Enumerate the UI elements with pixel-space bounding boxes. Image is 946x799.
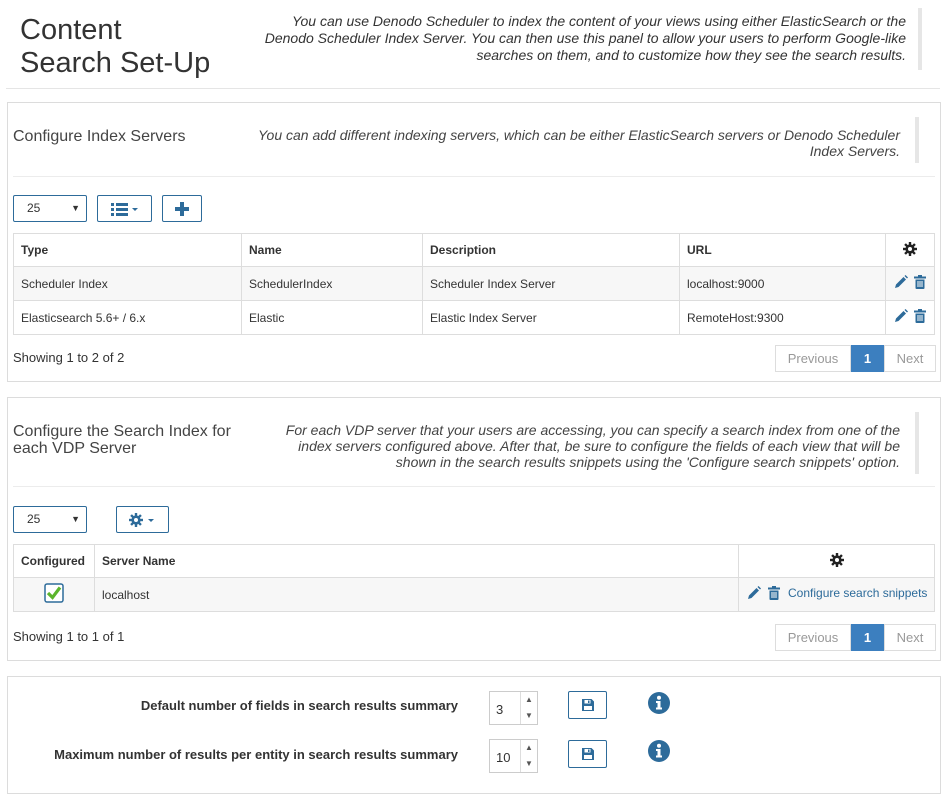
- search-results-settings-panel: Default number of fields in search resul…: [7, 676, 941, 794]
- page-title: Content Search Set-Up: [20, 14, 250, 80]
- stepper-arrows[interactable]: ▲ ▼: [520, 740, 537, 772]
- save-icon: [581, 748, 594, 760]
- cell-name: Elastic: [241, 300, 423, 335]
- stepper-arrows[interactable]: ▲ ▼: [520, 692, 537, 724]
- column-list-button[interactable]: [97, 195, 152, 222]
- column-header-name[interactable]: Name: [241, 233, 423, 267]
- page-size-value: 25: [27, 201, 41, 215]
- gear-icon: [128, 512, 154, 527]
- pagination: Previous 1 Next: [775, 624, 936, 651]
- column-header-type[interactable]: Type: [13, 233, 242, 267]
- search-index-description: For each VDP server that your users are …: [285, 422, 900, 470]
- decrement-icon[interactable]: ▼: [521, 756, 537, 772]
- save-icon: [581, 699, 594, 711]
- panel-divider: [13, 176, 935, 177]
- column-header-configured[interactable]: Configured: [13, 544, 95, 578]
- save-max-results-button[interactable]: [568, 740, 607, 768]
- caret-down-icon: ▼: [71, 203, 80, 213]
- save-default-fields-button[interactable]: [568, 691, 607, 719]
- configure-search-snippets-link[interactable]: Configure search snippets: [788, 586, 927, 600]
- pencil-icon[interactable]: [747, 586, 761, 600]
- info-icon[interactable]: [648, 692, 670, 714]
- showing-count: Showing 1 to 1 of 1: [13, 629, 125, 644]
- search-index-panel: Configure the Search Index for each VDP …: [7, 397, 941, 661]
- cell-actions: [885, 300, 935, 335]
- max-results-stepper[interactable]: 10 ▲ ▼: [489, 739, 538, 773]
- index-servers-accent-bar: [915, 117, 919, 163]
- list-icon: [110, 202, 138, 216]
- column-header-description[interactable]: Description: [422, 233, 680, 267]
- trash-icon[interactable]: [768, 586, 780, 600]
- page-size-select[interactable]: 25 ▼: [13, 195, 87, 222]
- showing-count: Showing 1 to 2 of 2: [13, 350, 125, 365]
- index-servers-table: Type Name Description URL Scheduler Inde…: [13, 233, 935, 335]
- page-title-line2: Search Set-Up: [20, 47, 211, 79]
- default-fields-value: 3: [496, 702, 504, 717]
- cell-description: Elastic Index Server: [422, 300, 680, 335]
- panel-divider: [13, 486, 935, 487]
- cell-url: RemoteHost:9300: [679, 300, 886, 335]
- gear-icon[interactable]: [903, 241, 917, 256]
- table-row: Scheduler Index SchedulerIndex Scheduler…: [13, 266, 935, 301]
- index-servers-panel: Configure Index Servers You can add diff…: [7, 102, 941, 382]
- page-1-button[interactable]: 1: [851, 345, 884, 372]
- index-servers-title: Configure Index Servers: [13, 128, 186, 145]
- page-1-button[interactable]: 1: [851, 624, 884, 651]
- default-fields-label: Default number of fields in search resul…: [140, 698, 458, 713]
- add-server-button[interactable]: [162, 195, 202, 222]
- trash-icon[interactable]: [914, 309, 926, 323]
- description-accent-bar: [918, 8, 922, 70]
- max-results-value: 10: [496, 750, 511, 765]
- decrement-icon[interactable]: ▼: [521, 708, 537, 724]
- settings-menu-button[interactable]: [116, 506, 169, 533]
- caret-down-icon: ▼: [71, 514, 80, 524]
- increment-icon[interactable]: ▲: [521, 692, 537, 708]
- pencil-icon[interactable]: [894, 309, 908, 323]
- table-row: localhost Configure search snippets: [13, 577, 935, 612]
- page-size-value: 25: [27, 512, 41, 526]
- index-servers-description: You can add different indexing servers, …: [257, 127, 900, 159]
- checked-checkbox-icon[interactable]: [44, 583, 64, 603]
- pagination: Previous 1 Next: [775, 345, 936, 372]
- next-page-button[interactable]: Next: [884, 624, 936, 651]
- search-index-table: Configured Server Name localhost Configu…: [13, 544, 935, 612]
- cell-server-name: localhost: [94, 577, 739, 612]
- cell-configured: [13, 577, 95, 612]
- default-fields-stepper[interactable]: 3 ▲ ▼: [489, 691, 538, 725]
- info-icon[interactable]: [648, 740, 670, 762]
- search-index-title: Configure the Search Index for each VDP …: [13, 423, 231, 457]
- page-title-line1: Content: [20, 14, 122, 46]
- max-results-label: Maximum number of results per entity in …: [54, 747, 458, 762]
- next-page-button[interactable]: Next: [884, 345, 936, 372]
- header-divider: [6, 88, 940, 89]
- table-header-row: Type Name Description URL: [13, 233, 935, 267]
- previous-page-button[interactable]: Previous: [775, 624, 851, 651]
- cell-actions: [885, 266, 935, 301]
- table-row: Elasticsearch 5.6+ / 6.x Elastic Elastic…: [13, 300, 935, 335]
- column-header-actions: [885, 233, 935, 267]
- cell-type: Elasticsearch 5.6+ / 6.x: [13, 300, 242, 335]
- increment-icon[interactable]: ▲: [521, 740, 537, 756]
- column-header-server-name[interactable]: Server Name: [94, 544, 739, 578]
- plus-icon: [175, 201, 189, 216]
- cell-name: SchedulerIndex: [241, 266, 423, 301]
- cell-url: localhost:9000: [679, 266, 886, 301]
- previous-page-button[interactable]: Previous: [775, 345, 851, 372]
- page-size-select[interactable]: 25 ▼: [13, 506, 87, 533]
- cell-type: Scheduler Index: [13, 266, 242, 301]
- pencil-icon[interactable]: [894, 275, 908, 289]
- table-header-row: Configured Server Name: [13, 544, 935, 578]
- column-header-url[interactable]: URL: [679, 233, 886, 267]
- column-header-actions: [738, 544, 935, 578]
- cell-actions: Configure search snippets: [738, 577, 935, 612]
- page-description: You can use Denodo Scheduler to index th…: [264, 13, 906, 63]
- search-index-accent-bar: [915, 412, 919, 474]
- gear-icon[interactable]: [829, 552, 844, 567]
- cell-description: Scheduler Index Server: [422, 266, 680, 301]
- trash-icon[interactable]: [914, 275, 926, 289]
